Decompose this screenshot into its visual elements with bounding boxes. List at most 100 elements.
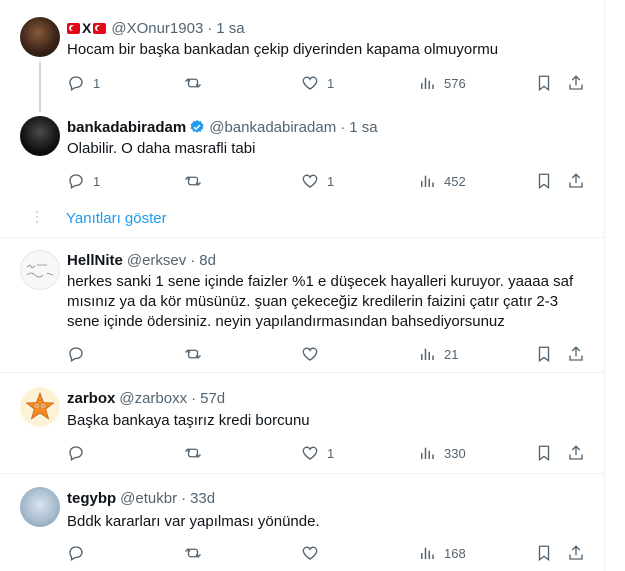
- views-button[interactable]: 21: [418, 345, 458, 363]
- timestamp[interactable]: 1 sa: [216, 20, 244, 37]
- tweet-actions: 1 1 576: [67, 74, 597, 94]
- tweet-text: Bddk kararları var yapılması yönünde.: [67, 513, 320, 530]
- share-icon: [569, 545, 583, 560]
- retweet-icon: [185, 78, 201, 88]
- separator-dot: ·: [340, 118, 346, 136]
- bookmark-button[interactable]: [535, 74, 553, 92]
- heart-icon: [302, 446, 318, 460]
- user-handle[interactable]: @etukbr: [120, 490, 177, 507]
- user-handle[interactable]: @XOnur1903: [111, 20, 203, 37]
- reply-button[interactable]: [67, 544, 93, 562]
- avatar[interactable]: [20, 387, 60, 427]
- show-replies-link[interactable]: Yanıtları göster: [66, 210, 167, 227]
- retweet-icon: [185, 176, 201, 186]
- avatar[interactable]: [20, 116, 60, 156]
- bookmark-icon: [538, 75, 550, 92]
- heart-icon: [302, 76, 318, 90]
- share-icon: [569, 173, 583, 188]
- tweet-header: tegybp @etukbr · 33d: [67, 487, 215, 509]
- retweet-button[interactable]: [184, 444, 210, 462]
- more-replies-dots: [36, 211, 38, 226]
- bookmark-icon: [538, 346, 550, 363]
- retweet-button[interactable]: [184, 544, 210, 562]
- tweet-zarbox[interactable]: zarbox @zarboxx · 57d Başka bankaya taşı…: [0, 373, 604, 473]
- views-button[interactable]: 452: [418, 172, 466, 190]
- views-button[interactable]: 576: [418, 74, 466, 92]
- reply-button[interactable]: 1: [67, 172, 100, 190]
- display-name[interactable]: tegybp: [67, 490, 116, 507]
- view-count: 21: [444, 346, 459, 362]
- share-button[interactable]: [567, 172, 585, 190]
- like-button[interactable]: 1: [301, 444, 334, 462]
- reply-icon: [69, 76, 83, 91]
- view-count: 452: [444, 173, 466, 189]
- tweet-header: HellNite @erksev · 8d: [67, 249, 216, 271]
- verified-badge-icon: [190, 120, 204, 133]
- tweet-text: Hocam bir başka bankadan çekip diyerinde…: [67, 41, 499, 58]
- like-button[interactable]: 1: [301, 74, 334, 92]
- reply-button[interactable]: 1: [67, 74, 100, 92]
- reply-icon: [69, 546, 83, 561]
- bookmark-button[interactable]: [535, 444, 553, 462]
- share-icon: [569, 445, 583, 460]
- timestamp[interactable]: 8d: [199, 252, 216, 269]
- display-name[interactable]: HellNite: [67, 252, 123, 269]
- avatar[interactable]: [20, 487, 60, 527]
- tweet-hellnite[interactable]: HellNite @erksev · 8d herkes sanki 1 sen…: [0, 238, 604, 372]
- timestamp[interactable]: 57d: [200, 390, 225, 407]
- avatar[interactable]: [20, 250, 60, 290]
- tweet-header: X @XOnur1903 · 1 sa: [67, 17, 245, 39]
- retweet-button[interactable]: [184, 74, 210, 92]
- reply-count: 1: [93, 173, 101, 189]
- display-name[interactable]: zarbox: [67, 390, 115, 407]
- timestamp[interactable]: 33d: [190, 490, 215, 507]
- heart-icon: [302, 347, 318, 361]
- views-button[interactable]: 168: [418, 544, 466, 562]
- like-button[interactable]: [301, 544, 327, 562]
- bookmark-icon: [538, 545, 550, 562]
- share-button[interactable]: [567, 345, 585, 363]
- user-handle[interactable]: @bankadabiradam: [209, 119, 336, 136]
- reply-button[interactable]: [67, 444, 93, 462]
- share-button[interactable]: [567, 544, 585, 562]
- analytics-icon: [421, 547, 434, 559]
- turkey-flag-icon: [67, 22, 80, 34]
- view-count: 330: [444, 445, 466, 461]
- bookmark-button[interactable]: [535, 172, 553, 190]
- display-name[interactable]: X: [82, 20, 91, 36]
- share-button[interactable]: [567, 74, 585, 92]
- avatar[interactable]: [20, 17, 60, 57]
- tweet-bankadabiradam[interactable]: bankadabiradam @bankadabiradam · 1 sa Ol…: [0, 105, 604, 200]
- retweet-button[interactable]: [184, 172, 210, 190]
- bookmark-button[interactable]: [535, 345, 553, 363]
- bookmark-button[interactable]: [535, 544, 553, 562]
- user-handle[interactable]: @erksev: [127, 252, 186, 269]
- retweet-icon: [185, 548, 201, 558]
- display-name[interactable]: bankadabiradam: [67, 119, 186, 136]
- timestamp[interactable]: 1 sa: [349, 119, 377, 136]
- retweet-button[interactable]: [184, 345, 210, 363]
- share-icon: [569, 75, 583, 90]
- view-count: 576: [444, 75, 466, 91]
- user-handle[interactable]: @zarboxx: [119, 390, 187, 407]
- tweet-actions: 168: [67, 544, 597, 564]
- reply-button[interactable]: [67, 345, 93, 363]
- tweet-tegybp[interactable]: tegybp @etukbr · 33d Bddk kararları var …: [0, 474, 604, 571]
- views-button[interactable]: 330: [418, 444, 466, 462]
- heart-icon: [302, 546, 318, 560]
- reply-count: 1: [93, 75, 101, 91]
- like-button[interactable]: 1: [301, 172, 334, 190]
- reply-icon: [69, 446, 83, 461]
- tweet-xonur[interactable]: X @XOnur1903 · 1 sa Hocam bir başka bank…: [0, 0, 604, 100]
- bookmark-icon: [538, 173, 550, 190]
- like-count: 1: [327, 173, 335, 189]
- analytics-icon: [421, 175, 434, 187]
- share-button[interactable]: [567, 444, 585, 462]
- turkey-flag-icon: [93, 22, 107, 34]
- like-button[interactable]: [301, 345, 327, 363]
- heart-icon: [302, 174, 318, 188]
- tweet-header: zarbox @zarboxx · 57d: [67, 387, 225, 409]
- sketch-avatar-icon: [26, 264, 54, 278]
- tweet-actions: 1 1 452: [67, 172, 597, 192]
- tweet-text: Olabilir. O daha masrafli tabi: [67, 140, 256, 157]
